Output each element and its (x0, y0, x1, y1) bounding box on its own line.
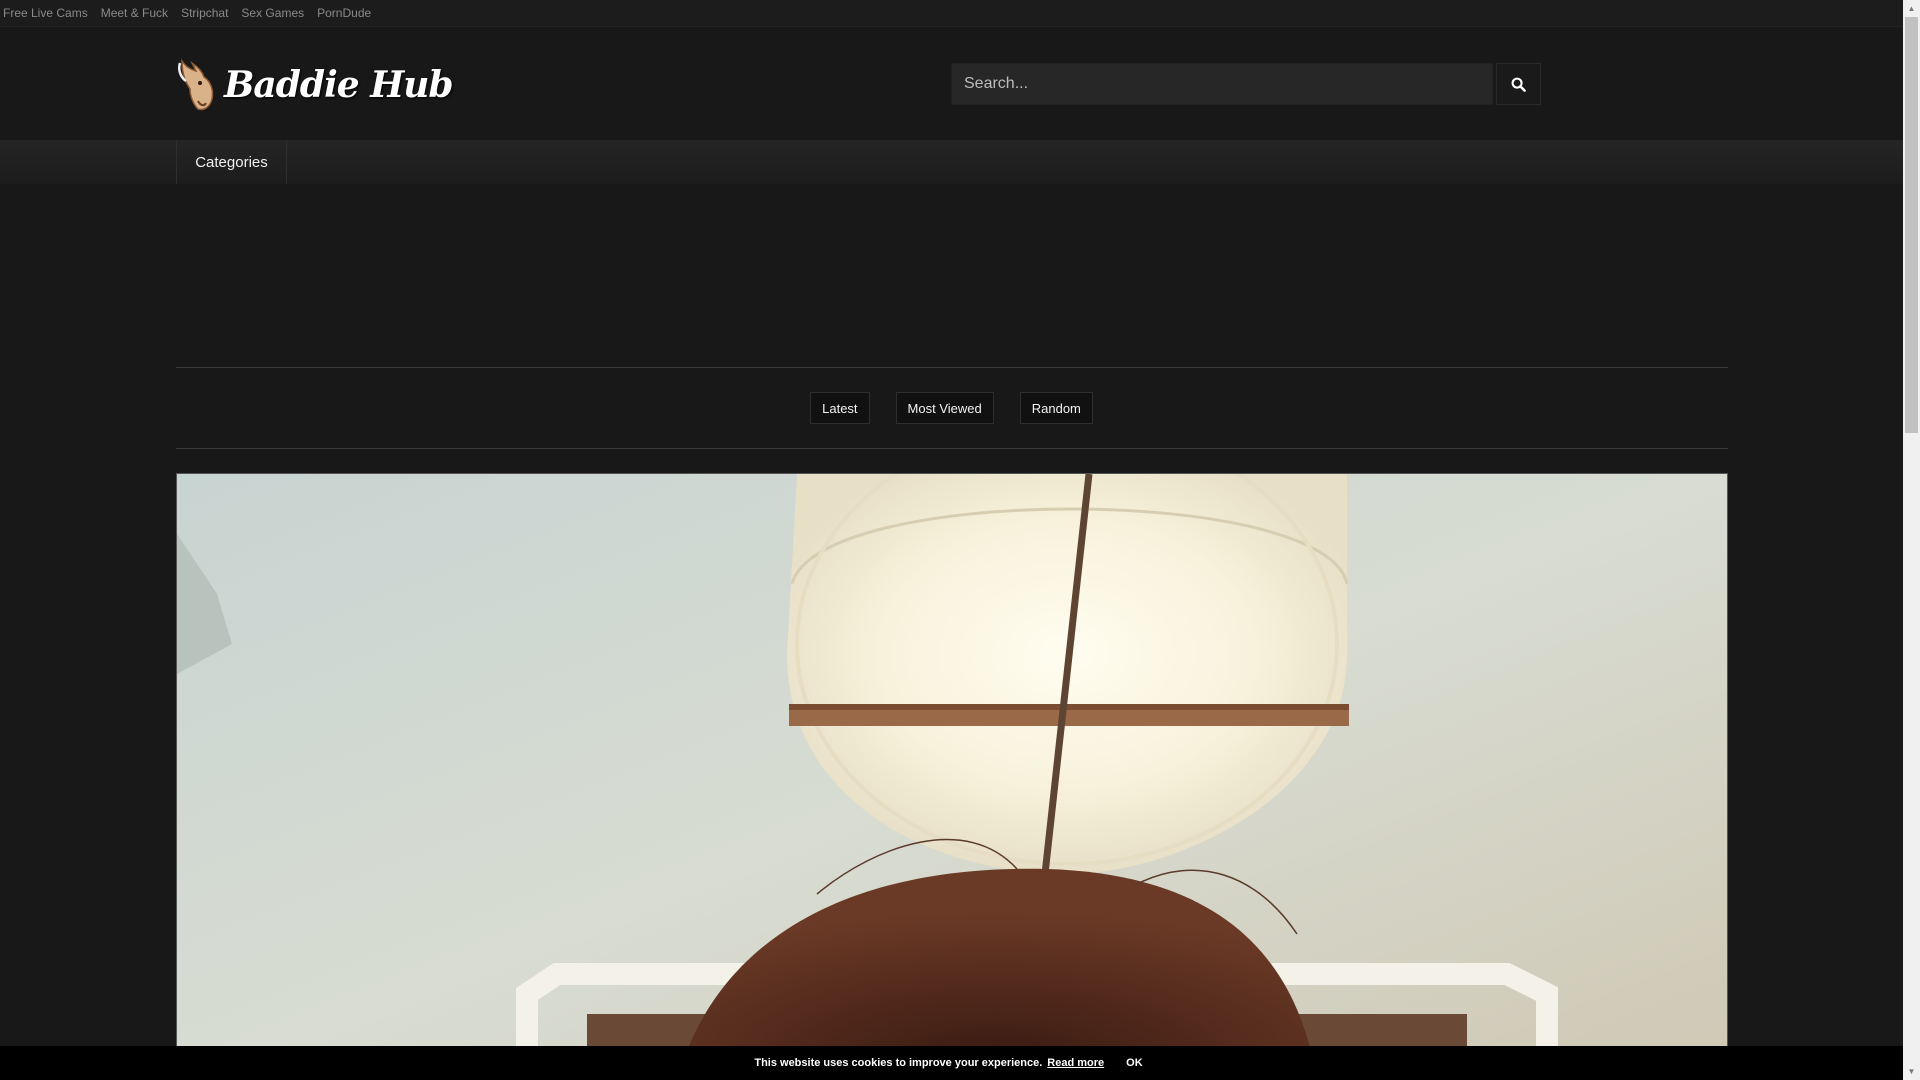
video-frame-image (177, 474, 1727, 1079)
top-link-porndude[interactable]: PornDude (317, 6, 371, 20)
main-nav: Categories (0, 140, 1903, 184)
logo-text: Baddie Hub (224, 64, 454, 106)
scroll-thumb[interactable] (1905, 17, 1918, 433)
filter-most-viewed-button[interactable]: Most Viewed (895, 392, 994, 424)
scroll-up-arrow-icon[interactable]: ▲ (1903, 0, 1920, 17)
site-logo[interactable]: Baddie Hub (176, 57, 454, 113)
search-icon (1511, 77, 1526, 92)
filter-random-button[interactable]: Random (1019, 392, 1093, 424)
cookie-message: This website uses cookies to improve you… (754, 1057, 1043, 1069)
divider-top (176, 367, 1728, 368)
top-link-sex-games[interactable]: Sex Games (241, 6, 304, 20)
page-scrollbar[interactable]: ▲ ▼ (1903, 0, 1920, 1080)
goat-logo-icon (178, 58, 214, 111)
top-links-bar: Free Live Cams Meet & Fuck Stripchat Sex… (0, 0, 1903, 27)
cookie-read-more-link[interactable]: Read more (1047, 1057, 1104, 1069)
sort-filters: Latest Most Viewed Random (0, 392, 1903, 424)
top-link-stripchat[interactable]: Stripchat (181, 6, 228, 20)
top-link-free-live-cams[interactable]: Free Live Cams (3, 6, 88, 20)
cookie-consent-bar: This website uses cookies to improve you… (0, 1046, 1903, 1080)
scroll-down-arrow-icon[interactable]: ▼ (1903, 1063, 1920, 1080)
search-form (951, 63, 1541, 105)
nav-item-categories[interactable]: Categories (176, 140, 287, 184)
filter-latest-button[interactable]: Latest (810, 392, 870, 424)
search-input[interactable] (951, 63, 1493, 105)
cookie-ok-button[interactable]: OK (1120, 1056, 1149, 1070)
video-player[interactable] (176, 473, 1728, 1080)
top-link-meet-fuck[interactable]: Meet & Fuck (101, 6, 168, 20)
search-button[interactable] (1496, 63, 1541, 105)
site-header: Baddie Hub (0, 27, 1903, 140)
divider-bottom (176, 448, 1728, 449)
